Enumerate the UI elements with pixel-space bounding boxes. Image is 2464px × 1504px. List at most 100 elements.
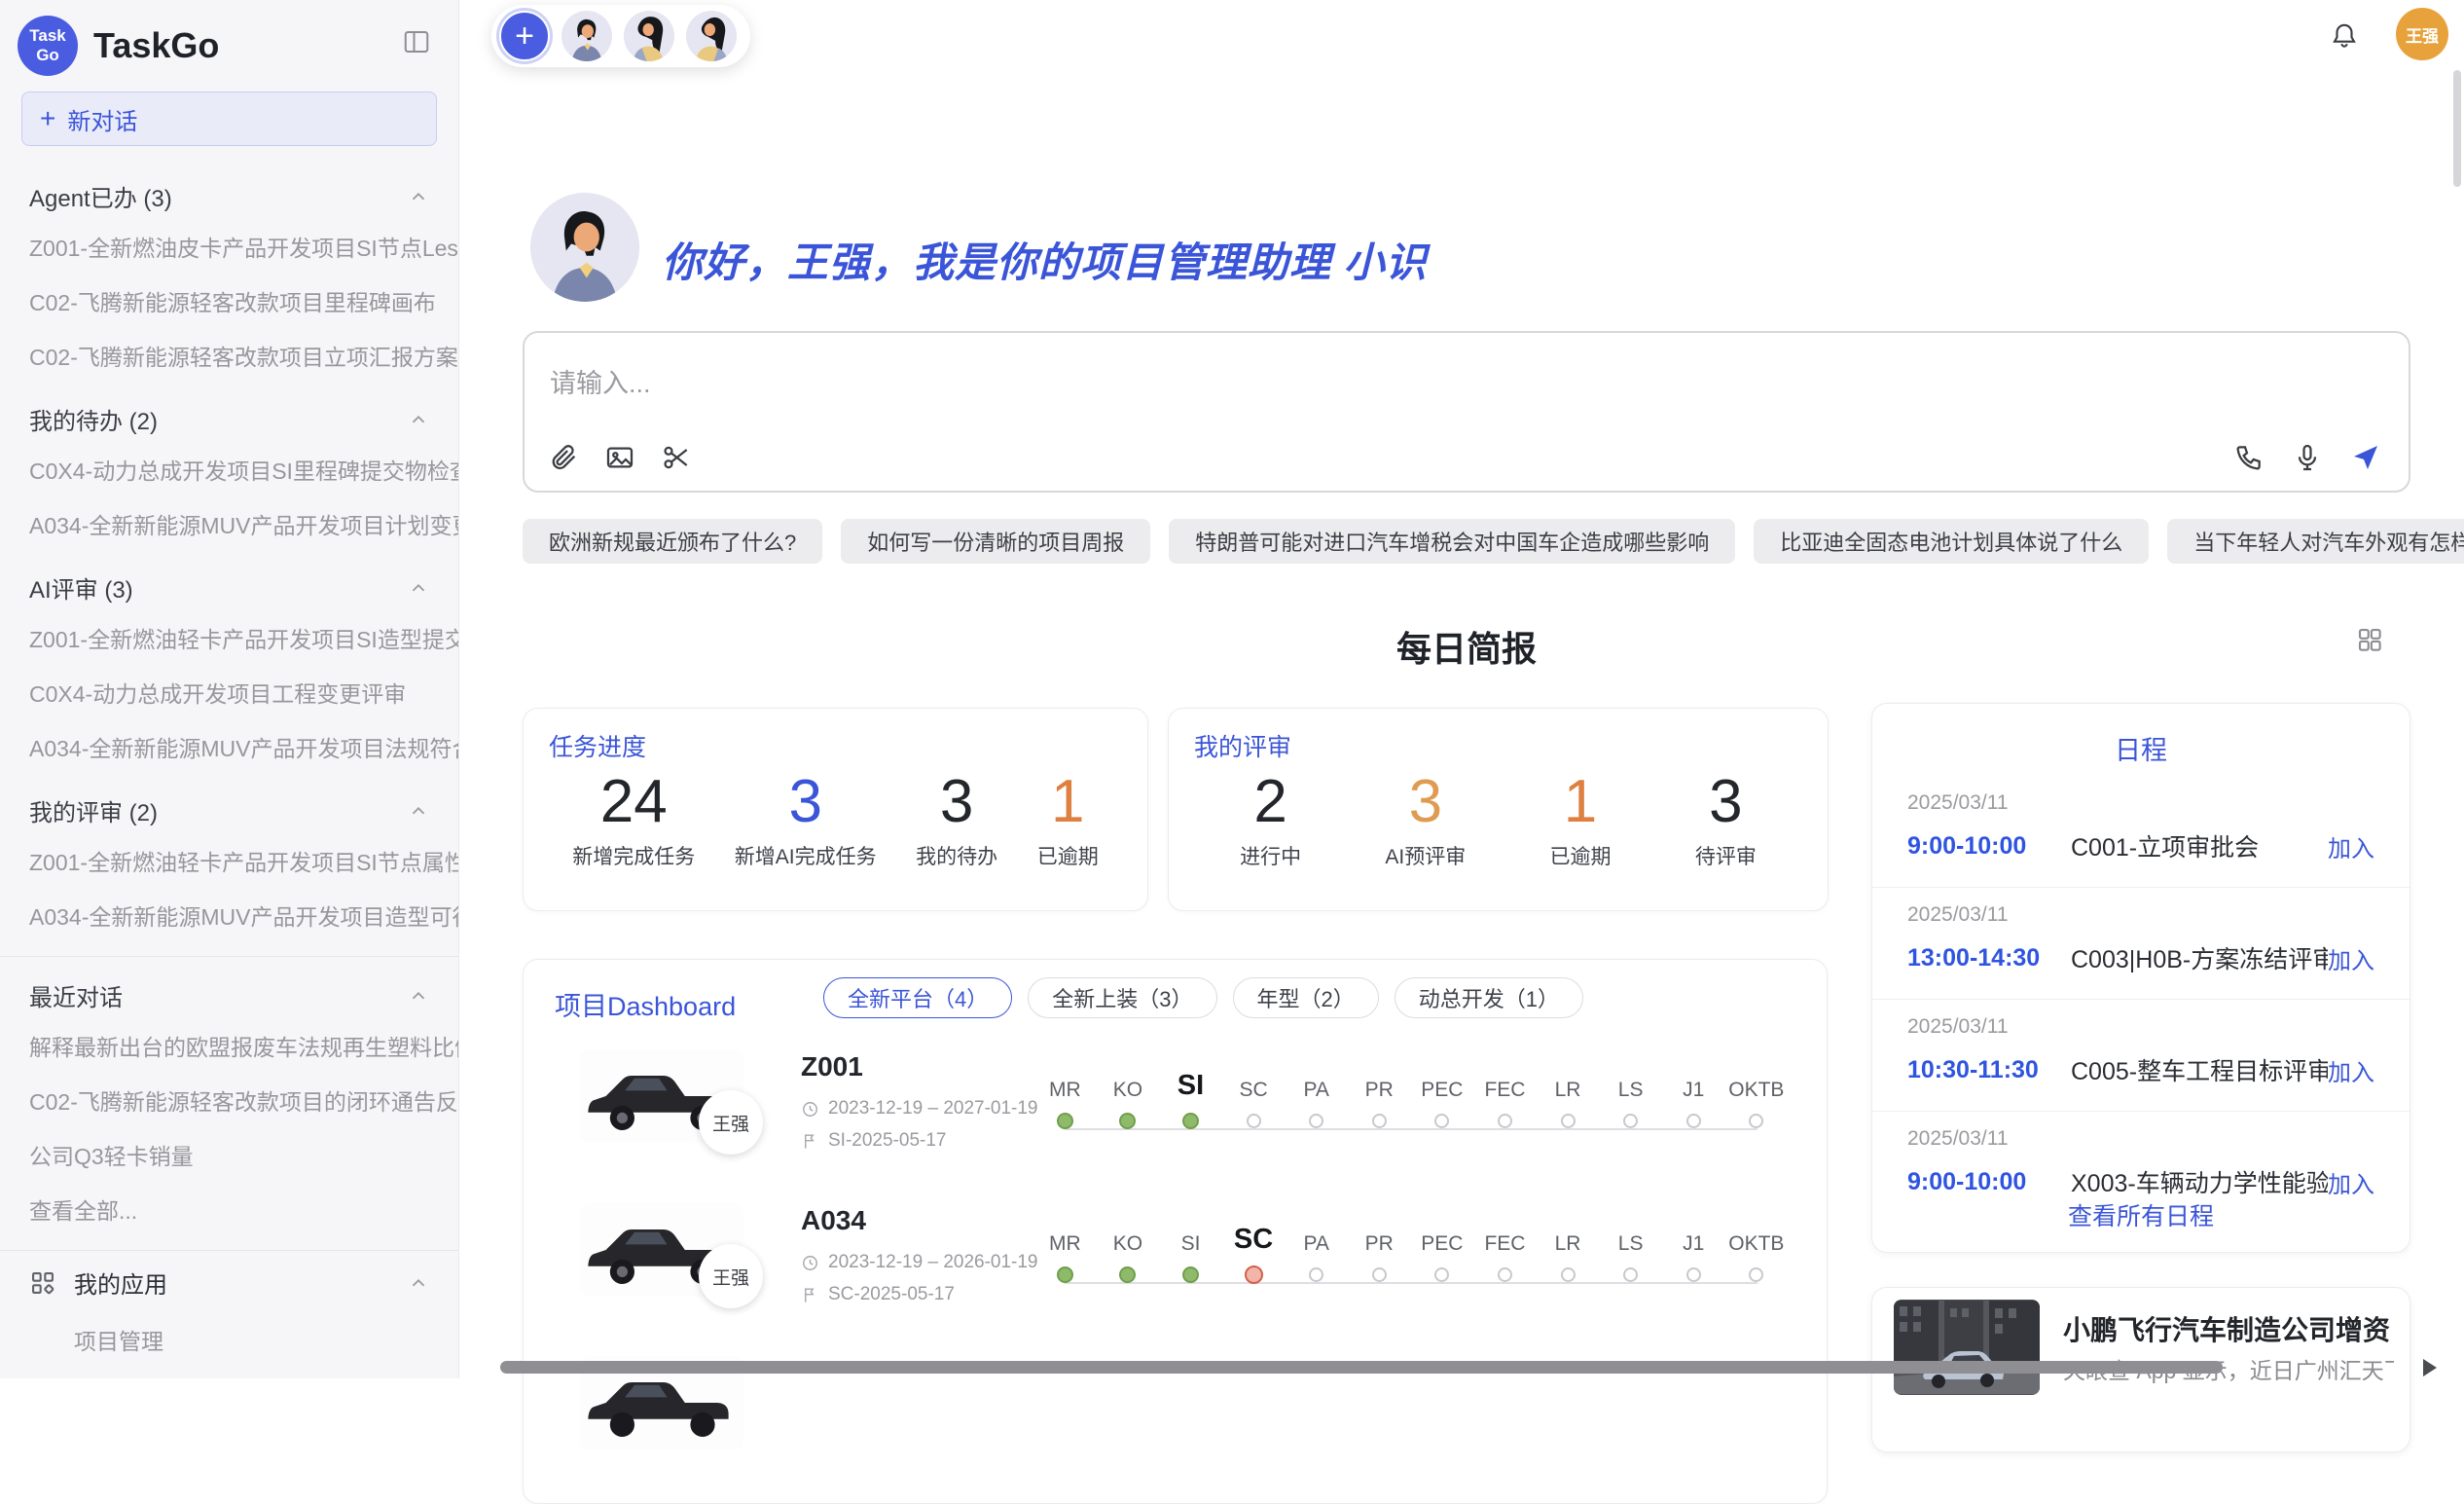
sidebar-item[interactable]: C02-飞腾新能源轻客改款项目里程碑画布 — [0, 274, 458, 328]
new-chat-button[interactable]: + 新对话 — [21, 92, 437, 146]
project-dashboard-card: 项目Dashboard 全新平台（4） 全新上装（3） 年型（2） 动总开发（1… — [523, 959, 1828, 1504]
section-header-ai-review[interactable]: AI评审 (3) — [0, 551, 458, 610]
tab-model-year[interactable]: 年型（2） — [1233, 977, 1379, 1018]
sidebar-item[interactable]: A034-全新新能源MUV产品开发项目法规符合性评审 — [0, 719, 458, 774]
divider — [0, 956, 458, 957]
section-header-my-review[interactable]: 我的评审 (2) — [0, 774, 458, 833]
project-code: Z001 — [801, 1051, 863, 1082]
app-logo: Task Go — [18, 16, 78, 76]
section-title: 最近对话 — [29, 978, 123, 1012]
stat-row: 24新增完成任务 3新增AI完成任务 3我的待办 1已逾期 — [524, 769, 1147, 870]
sidebar-header: Task Go TaskGo — [0, 0, 458, 88]
join-link[interactable]: 加入 — [2328, 829, 2374, 863]
schedule-event-title: C005-整车工程目标评审 — [2071, 1052, 2328, 1087]
image-icon[interactable] — [604, 442, 635, 473]
chevron-up-icon — [408, 800, 429, 822]
milestone: KO — [1097, 1053, 1160, 1155]
divider — [0, 1250, 458, 1251]
app-item-product-mgmt[interactable]: 产品管理 — [0, 1367, 458, 1378]
suggestion-chip[interactable]: 欧洲新规最近颁布了什么? — [523, 519, 822, 564]
app-item-project-mgmt[interactable]: 项目管理 — [0, 1312, 458, 1367]
add-agent-button[interactable]: + — [499, 11, 550, 61]
milestone: OKTB — [1725, 1053, 1789, 1155]
milestone: PA — [1285, 1207, 1348, 1308]
horizontal-scrollbar-thumb[interactable] — [500, 1361, 2223, 1374]
join-link[interactable]: 加入 — [2328, 1165, 2374, 1199]
tab-all-new-body[interactable]: 全新上装（3） — [1028, 977, 1216, 1018]
send-icon[interactable] — [2350, 442, 2381, 473]
tab-all-new-platform[interactable]: 全新平台（4） — [823, 977, 1012, 1018]
notifications-bell-icon[interactable] — [2330, 21, 2359, 51]
task-progress-card: 任务进度 24新增完成任务 3新增AI完成任务 3我的待办 1已逾期 — [523, 708, 1148, 911]
milestone: PEC — [1411, 1207, 1474, 1308]
milestone: PR — [1348, 1207, 1411, 1308]
join-link[interactable]: 加入 — [2328, 941, 2374, 975]
sidebar-item[interactable]: C02-飞腾新能源轻客改款项目立项汇报方案 — [0, 328, 458, 383]
join-link[interactable]: 加入 — [2328, 1053, 2374, 1087]
chevron-up-icon — [408, 1272, 429, 1294]
stat-in-progress: 2进行中 — [1240, 769, 1301, 870]
project-milestone-tag: SI-2025-05-17 — [801, 1130, 946, 1152]
agent-switcher-pill: + — [491, 5, 750, 67]
stat-ai-prereview: 3AI预评审 — [1385, 769, 1466, 870]
tab-powertrain-dev[interactable]: 动总开发（1） — [1395, 977, 1583, 1018]
stat-row: 2进行中 3AI预评审 1已逾期 3待评审 — [1169, 769, 1828, 870]
phone-call-icon[interactable] — [2233, 442, 2265, 473]
sidebar-collapse-icon[interactable] — [400, 27, 433, 56]
schedule-date: 2025/03/11 — [1907, 1127, 2374, 1151]
scissors-icon[interactable] — [661, 442, 692, 473]
layout-grid-icon[interactable] — [2355, 625, 2384, 654]
schedule-event-title: X003-车辆动力学性能验... — [2071, 1164, 2328, 1199]
suggestion-chip[interactable]: 如何写一份清晰的项目周报 — [841, 519, 1150, 564]
agent-avatar-1[interactable] — [562, 11, 612, 61]
sidebar-item[interactable]: Z001-全新燃油皮卡产品开发项目SI节点Lesson Learn报告 — [0, 219, 458, 274]
sidebar-item[interactable]: Z001-全新燃油轻卡产品开发项目SI造型提交物评审 — [0, 610, 458, 665]
project-owner-badge: 王强 — [699, 1244, 763, 1308]
sidebar-item[interactable]: C0X4-动力总成开发项目SI里程碑提交物检查 — [0, 442, 458, 496]
chat-input[interactable]: 请输入... — [523, 331, 2410, 493]
recent-chats-view-all[interactable]: 查看全部... — [0, 1182, 458, 1236]
recent-chat-item[interactable]: C02-飞腾新能源轻客改款项目的闭环通告反馈情况 — [0, 1073, 458, 1127]
schedule-title: 日程 — [1872, 729, 2410, 767]
agent-avatar-3[interactable] — [686, 11, 737, 61]
clock-icon — [801, 1100, 819, 1119]
project-row-z001[interactable]: 王强 Z001 2023-12-19 – 2027-01-19 SI-2025-… — [524, 1040, 1827, 1188]
sidebar-item[interactable]: A034-全新新能源MUV产品开发项目计划变更表编写 — [0, 496, 458, 551]
suggestion-chip[interactable]: 比亚迪全固态电池计划具体说了什么 — [1754, 519, 2149, 564]
card-title: 我的评审 — [1194, 728, 1291, 763]
user-avatar[interactable]: 王强 — [2396, 8, 2448, 60]
sidebar-item[interactable]: C0X4-动力总成开发项目工程变更评审 — [0, 665, 458, 719]
attachment-icon[interactable] — [548, 442, 579, 473]
section-header-my-todo[interactable]: 我的待办 (2) — [0, 383, 458, 442]
stat-my-todo: 3我的待办 — [916, 769, 997, 870]
recent-chat-item[interactable]: 解释最新出台的欧盟报废车法规再生塑料比例被调到15%... — [0, 1018, 458, 1073]
agent-avatar-2[interactable] — [624, 11, 674, 61]
suggestion-chip[interactable]: 当下年轻人对汽车外观有怎样的喜好趋势 — [2167, 519, 2464, 564]
view-all-schedule-link[interactable]: 查看所有日程 — [1872, 1197, 2410, 1232]
project-row-a034[interactable]: 王强 A034 2023-12-19 – 2026-01-19 SC-2025-… — [524, 1193, 1827, 1341]
section-title: 我的评审 (2) — [29, 793, 158, 827]
vertical-scrollbar[interactable] — [2453, 70, 2461, 187]
milestone: MR — [1033, 1207, 1097, 1308]
milestone: LR — [1537, 1207, 1600, 1308]
section-header-recent-chats[interactable]: 最近对话 — [0, 959, 458, 1018]
news-image — [1894, 1300, 2040, 1395]
logo-text-top: Task — [29, 26, 66, 46]
stat-overdue: 1已逾期 — [1037, 769, 1099, 870]
microphone-icon[interactable] — [2292, 442, 2323, 473]
milestone: LS — [1599, 1207, 1662, 1308]
scroll-right-arrow[interactable] — [2423, 1359, 2437, 1376]
sidebar-item[interactable]: A034-全新新能源MUV产品开发项目造型可行性评审 — [0, 888, 458, 942]
section-header-agent-done[interactable]: Agent已办 (3) — [0, 160, 458, 219]
milestone: FEC — [1473, 1053, 1537, 1155]
schedule-item: 2025/03/11 9:00-10:00 C001-立项审批会 加入 — [1872, 776, 2410, 888]
section-title: 我的待办 (2) — [29, 402, 158, 436]
recent-chat-item[interactable]: 公司Q3轻卡销量 — [0, 1127, 458, 1182]
sidebar-item[interactable]: Z001-全新燃油轻卡产品开发项目SI节点属性5D文件评审 — [0, 833, 458, 888]
project-dates: 2023-12-19 – 2026-01-19 — [801, 1252, 1038, 1273]
project-dates: 2023-12-19 – 2027-01-19 — [801, 1098, 1038, 1119]
suggestion-chip[interactable]: 特朗普可能对进口汽车增税会对中国车企造成哪些影响 — [1169, 519, 1735, 564]
sidebar-scroll: Agent已办 (3) Z001-全新燃油皮卡产品开发项目SI节点Lesson … — [0, 154, 458, 1378]
milestone: PEC — [1411, 1053, 1474, 1155]
my-apps-header[interactable]: 我的应用 — [0, 1253, 458, 1312]
